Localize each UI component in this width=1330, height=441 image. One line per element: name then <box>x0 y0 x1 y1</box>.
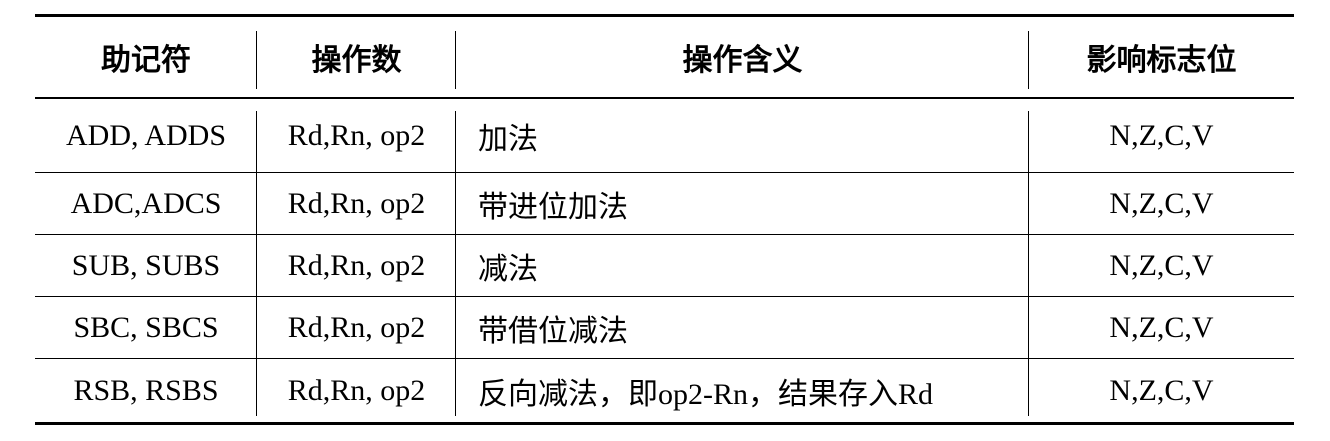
instruction-table: 助记符 操作数 操作含义 影响标志位 ADD, ADDS Rd,Rn, op2 … <box>35 14 1294 425</box>
cell-flags: N,Z,C,V <box>1109 373 1214 407</box>
cell-meaning: 加法 <box>456 99 1029 172</box>
cell-mnemonic: SUB, SUBS <box>35 235 257 296</box>
cell-mnemonic: RSB, RSBS <box>35 359 257 422</box>
cell-operands: Rd,Rn, op2 <box>257 235 456 296</box>
cell-operands: Rd,Rn, op2 <box>257 359 456 422</box>
header-flags: 影响标志位 <box>1086 43 1237 78</box>
table-row: ADD, ADDS Rd,Rn, op2 加法 N,Z,C,V <box>35 99 1294 172</box>
table-bottom-rule <box>35 422 1294 425</box>
cell-flags: N,Z,C,V <box>1109 310 1214 344</box>
cell-flags: N,Z,C,V <box>1109 118 1214 152</box>
cell-mnemonic: ADD, ADDS <box>35 99 257 172</box>
header-meaning: 操作含义 <box>456 17 1029 97</box>
table-row: RSB, RSBS Rd,Rn, op2 反向减法，即op2-Rn，结果存入Rd… <box>35 359 1294 422</box>
cell-meaning: 减法 <box>456 235 1029 296</box>
table-row: SUB, SUBS Rd,Rn, op2 减法 N,Z,C,V <box>35 235 1294 296</box>
cell-meaning: 带借位减法 <box>456 297 1029 358</box>
header-mnemonic: 助记符 <box>35 17 257 97</box>
cell-operands: Rd,Rn, op2 <box>257 173 456 234</box>
cell-operands: Rd,Rn, op2 <box>257 297 456 358</box>
cell-meaning: 带进位加法 <box>456 173 1029 234</box>
table-header-row: 助记符 操作数 操作含义 影响标志位 <box>35 17 1294 97</box>
cell-flags: N,Z,C,V <box>1109 186 1214 220</box>
cell-mnemonic: ADC,ADCS <box>35 173 257 234</box>
cell-operands: Rd,Rn, op2 <box>257 99 456 172</box>
cell-flags: N,Z,C,V <box>1109 248 1214 282</box>
table-row: ADC,ADCS Rd,Rn, op2 带进位加法 N,Z,C,V <box>35 173 1294 234</box>
header-operands: 操作数 <box>257 17 456 97</box>
cell-meaning: 反向减法，即op2-Rn，结果存入Rd <box>456 359 1029 422</box>
table-row: SBC, SBCS Rd,Rn, op2 带借位减法 N,Z,C,V <box>35 297 1294 358</box>
cell-mnemonic: SBC, SBCS <box>35 297 257 358</box>
